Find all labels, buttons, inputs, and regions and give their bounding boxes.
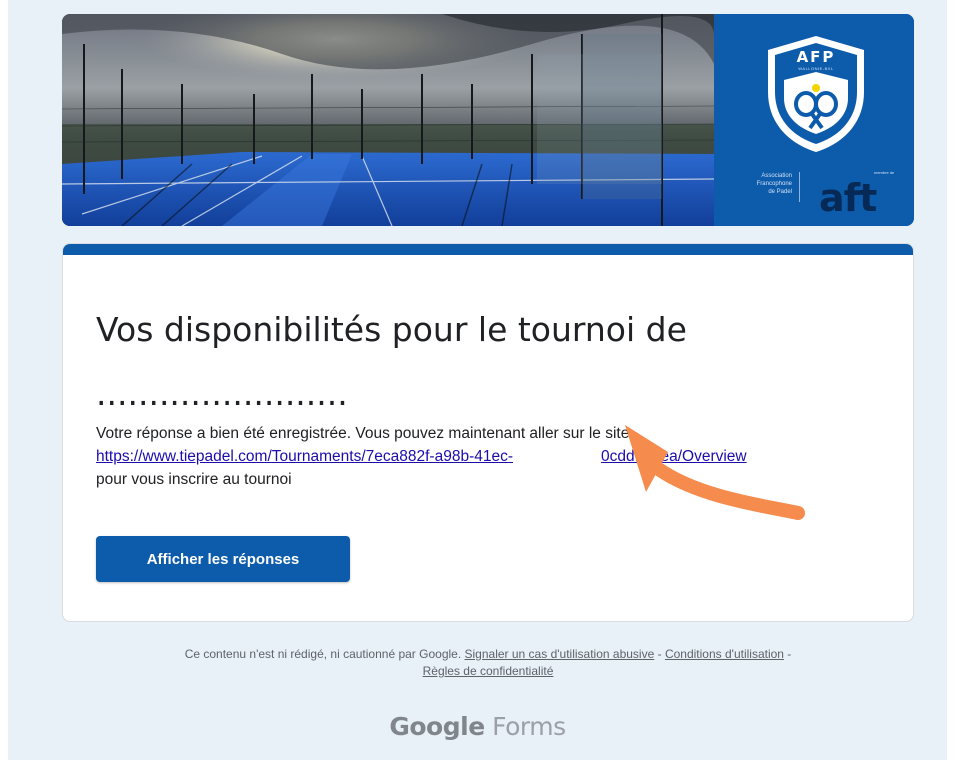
form-title: Vos disponibilités pour le tournoi de ..… — [96, 310, 687, 413]
google-forms-logo[interactable]: Google Forms — [0, 712, 955, 742]
privacy-link[interactable]: Règles de confidentialité — [423, 664, 554, 678]
afp-logo-subtitle: WALLONIE-BXL — [798, 66, 834, 71]
padel-court-photo — [62, 14, 714, 226]
brand-divider — [799, 172, 800, 202]
tournament-link-line: https://www.tiepadel.com/Tournaments/7ec… — [96, 445, 896, 468]
form-header-banner: AFP WALLONIE-BXL Association Francophone… — [62, 14, 914, 226]
confirmation-message: Votre réponse a bien été enregistrée. Vo… — [96, 422, 896, 491]
association-name: Association Francophone de Padel — [756, 173, 792, 195]
tournament-link[interactable]: https://www.tiepadel.com/Tournaments/7ec… — [96, 448, 747, 465]
window-edge-left — [0, 0, 8, 760]
aft-logo: aft — [819, 176, 877, 220]
afp-logo-letters: AFP — [796, 48, 836, 66]
message-line-3: pour vous inscrire au tournoi — [96, 471, 292, 488]
confirmation-card: Vos disponibilités pour le tournoi de ..… — [62, 243, 914, 622]
card-accent-bar — [63, 244, 913, 255]
window-edge-right — [947, 0, 955, 760]
report-abuse-link[interactable]: Signaler un cas d'utilisation abusive — [465, 647, 655, 661]
message-line-1: Votre réponse a bien été enregistrée. Vo… — [96, 425, 630, 442]
view-responses-button[interactable]: Afficher les réponses — [96, 536, 350, 582]
terms-link[interactable]: Conditions d'utilisation — [665, 647, 784, 661]
footer-disclaimer: Ce contenu n'est ni rédigé, ni cautionné… — [184, 647, 792, 678]
partner-caption: membre de — [874, 170, 895, 175]
